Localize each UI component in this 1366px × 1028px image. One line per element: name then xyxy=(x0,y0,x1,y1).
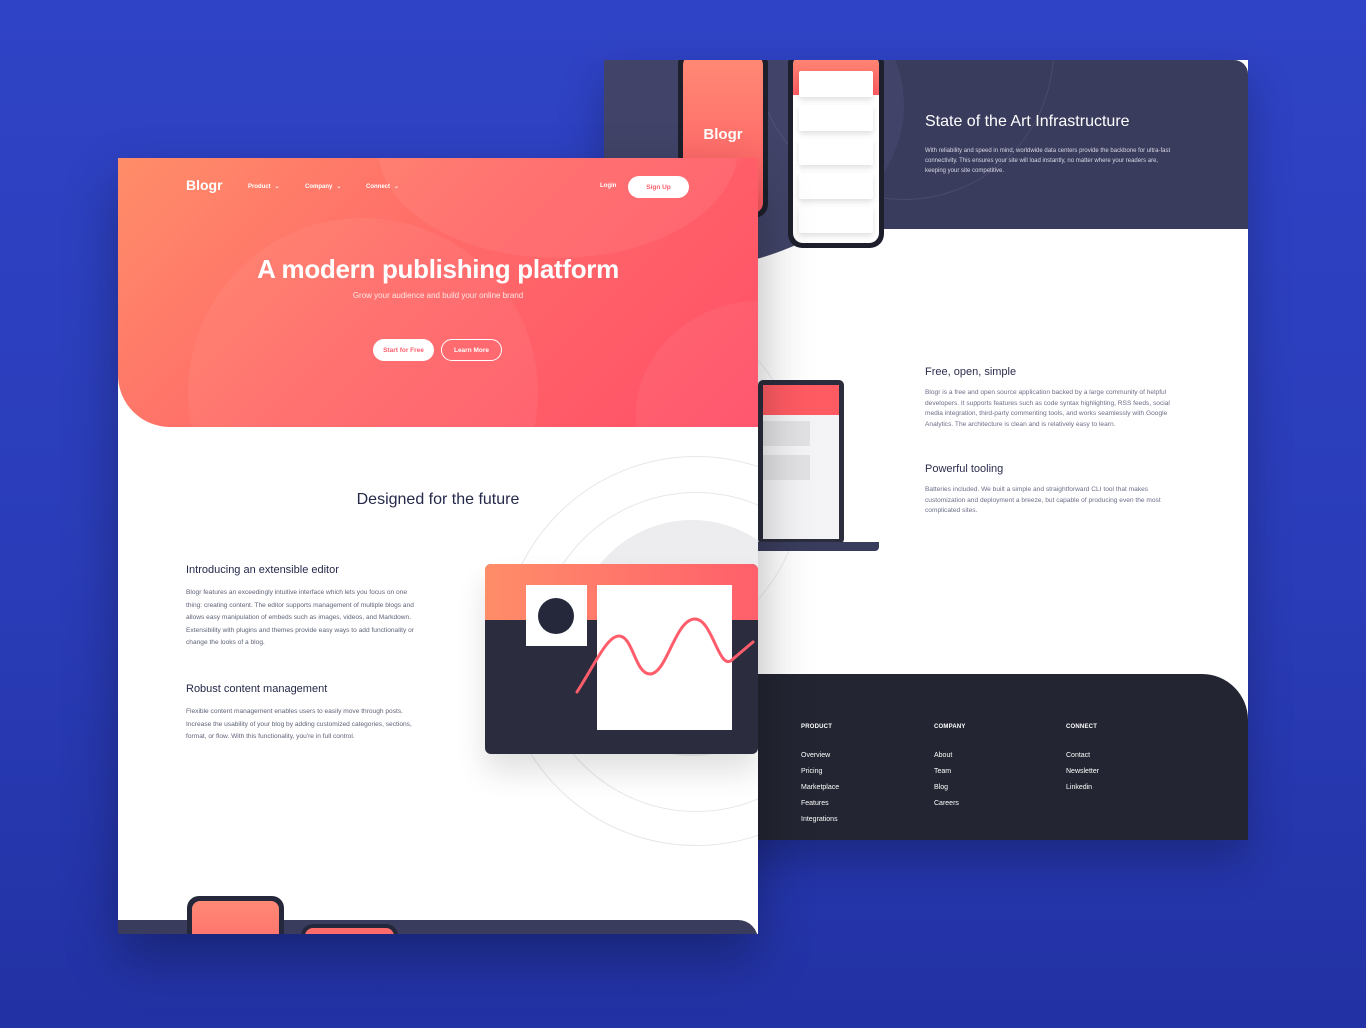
infrastructure-text: With reliability and speed in mind, worl… xyxy=(925,148,1171,174)
footer-col-connect: CONNECT Contact Newsletter Linkedin xyxy=(1066,724,1099,800)
decorative-blob xyxy=(188,218,538,427)
footer-heading: CONNECT xyxy=(1066,724,1098,730)
powerful-tooling-title: Powerful tooling xyxy=(925,463,1004,475)
footer-heading: PRODUCT xyxy=(801,724,833,730)
decorative-blob xyxy=(607,263,758,427)
laptop-screen xyxy=(763,385,839,539)
phone-screen xyxy=(192,901,279,934)
hero-subtitle: Grow your audience and build your online… xyxy=(352,291,524,300)
nav-company-label: Company xyxy=(305,184,333,190)
nav-product-label: Product xyxy=(248,184,271,190)
phone-mockup-list xyxy=(788,60,884,248)
chevron-down-icon: ⌄ xyxy=(336,184,342,190)
phone-card xyxy=(799,207,873,233)
phone-mockup xyxy=(301,924,398,934)
footer-link-newsletter[interactable]: Newsletter xyxy=(1066,768,1099,784)
learn-more-button[interactable]: Learn More xyxy=(441,339,502,361)
footer-heading: COMPANY xyxy=(934,724,966,730)
footer-link-pricing[interactable]: Pricing xyxy=(801,768,839,784)
footer-link-team[interactable]: Team xyxy=(934,768,966,784)
footer-link-marketplace[interactable]: Marketplace xyxy=(801,784,839,800)
laptop-header xyxy=(763,385,839,415)
phone-card xyxy=(799,173,873,199)
laptop-base xyxy=(754,542,879,551)
nav-connect[interactable]: Connect ⌄ xyxy=(366,183,399,190)
chevron-down-icon: ⌄ xyxy=(394,184,400,190)
laptop-mockup xyxy=(758,380,844,544)
footer-link-blog[interactable]: Blog xyxy=(934,784,966,800)
login-link[interactable]: Login xyxy=(600,183,616,189)
nav-company[interactable]: Company ⌄ xyxy=(305,183,341,190)
chevron-down-icon: ⌄ xyxy=(274,184,280,190)
wave-line-icon xyxy=(575,617,755,694)
front-page-preview: Blogr Product ⌄ Company ⌄ Connect ⌄ Login S… xyxy=(118,158,758,934)
phone-screen xyxy=(305,928,394,934)
powerful-tooling-text: Batteries included. We built a simple an… xyxy=(925,486,1161,515)
feature-editor-text: Blogr features an exceedingly intuitive … xyxy=(186,589,414,647)
footer-link-linkedin[interactable]: Linkedin xyxy=(1066,784,1099,800)
footer-link-about[interactable]: About xyxy=(934,752,966,768)
phone-card xyxy=(799,71,873,97)
footer-col-product: PRODUCT Overview Pricing Marketplace Fea… xyxy=(801,724,839,832)
footer-col-company: COMPANY About Team Blog Careers xyxy=(934,724,966,816)
phone-card xyxy=(799,105,873,131)
laptop-card xyxy=(763,421,811,446)
hero-title: A modern publishing platform xyxy=(257,254,619,284)
feature-content-text: Flexible content management enables user… xyxy=(186,708,412,741)
footer-link-careers[interactable]: Careers xyxy=(934,800,966,816)
free-open-text: Blogr is a free and open source applicat… xyxy=(925,389,1170,428)
feature-editor-title: Introducing an extensible editor xyxy=(186,564,339,576)
editor-illustration xyxy=(485,564,758,754)
footer-link-features[interactable]: Features xyxy=(801,800,839,816)
feature-content-title: Robust content management xyxy=(186,683,328,695)
free-open-title: Free, open, simple xyxy=(925,366,1017,378)
sign-up-button[interactable]: Sign Up xyxy=(628,176,689,198)
footer-link-overview[interactable]: Overview xyxy=(801,752,839,768)
phone-mockup xyxy=(187,896,284,934)
start-for-free-button[interactable]: Start for Free xyxy=(373,339,434,361)
footer-link-contact[interactable]: Contact xyxy=(1066,752,1099,768)
phone-screen xyxy=(793,60,879,243)
section-title: Designed for the future xyxy=(356,491,520,508)
infrastructure-title: State of the Art Infrastructure xyxy=(925,113,1130,130)
nav-connect-label: Connect xyxy=(366,184,390,190)
footer-link-integrations[interactable]: Integrations xyxy=(801,816,839,832)
phone-card xyxy=(799,139,873,165)
nav-product[interactable]: Product ⌄ xyxy=(248,183,280,190)
logo[interactable]: Blogr xyxy=(186,177,223,193)
hero-section: Blogr Product ⌄ Company ⌄ Connect ⌄ Login S… xyxy=(118,158,758,427)
laptop-card xyxy=(763,455,811,480)
